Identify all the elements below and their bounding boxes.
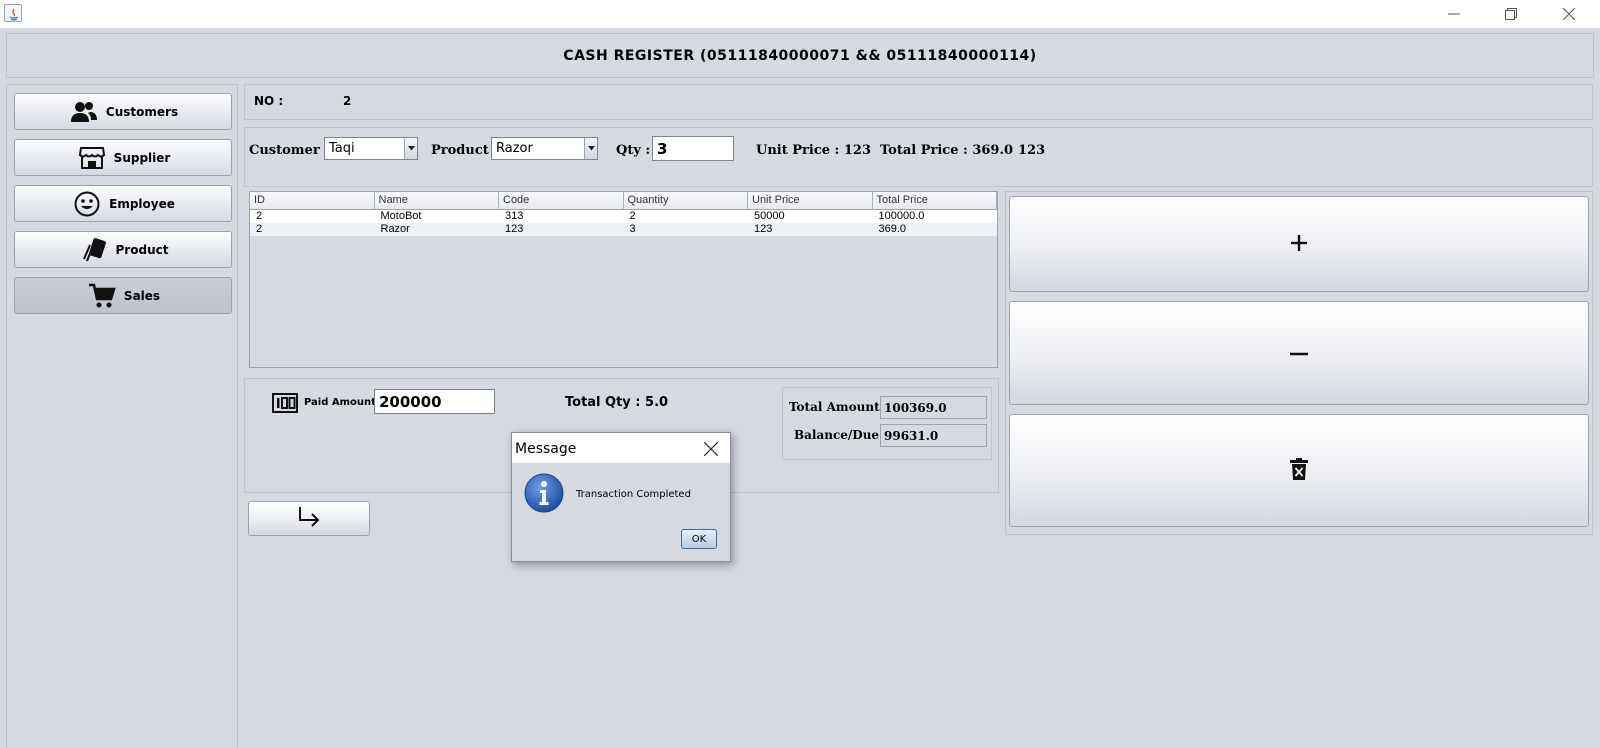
- table-body: 2 MotoBot 313 2 50000 100000.0 2 Razor 1…: [250, 210, 997, 236]
- store-icon: [76, 144, 108, 172]
- paid-amount-input[interactable]: [374, 389, 495, 414]
- table-cell: 2: [256, 223, 263, 235]
- customer-select[interactable]: Taqi: [324, 137, 418, 160]
- sidebar-item-sales[interactable]: Sales: [14, 277, 232, 314]
- restore-icon[interactable]: [1488, 0, 1534, 28]
- column-header-id[interactable]: ID: [250, 192, 375, 210]
- column-header-total-price[interactable]: Total Price: [873, 192, 997, 210]
- sidebar-item-employee[interactable]: Employee: [14, 185, 232, 222]
- minimize-icon[interactable]: [1431, 0, 1477, 28]
- table-cell: 2: [256, 210, 263, 222]
- column-header-quantity[interactable]: Quantity: [624, 192, 748, 210]
- java-icon[interactable]: [4, 4, 22, 22]
- total-qty-text: Total Qty : 5.0: [565, 395, 669, 410]
- product-select-value: Razor: [496, 141, 533, 156]
- dialog-title: Message: [515, 441, 577, 457]
- table-cell: 313: [505, 210, 524, 222]
- sidebar-item-label: Customers: [105, 104, 179, 119]
- ok-button[interactable]: OK: [681, 529, 717, 549]
- invoice-number-value: 2: [343, 94, 352, 108]
- action-panel: [1005, 191, 1593, 535]
- customer-select-value: Taqi: [329, 141, 355, 156]
- totals-box: Total Amount : 100369.0 Balance/Due : 99…: [782, 387, 992, 460]
- paid-amount-label: Paid Amount :: [304, 397, 384, 408]
- total-amount-field: 100369.0: [880, 396, 987, 419]
- sidebar-item-product[interactable]: Product: [14, 231, 232, 268]
- sale-form-panel: Customer : Taqi Product : Razor Qty : Un…: [244, 127, 1593, 187]
- submit-transaction-button[interactable]: [248, 501, 370, 536]
- qty-label: Qty :: [616, 143, 651, 158]
- sales-table[interactable]: ID Name Code Quantity Unit Price Total P…: [249, 191, 998, 368]
- table-row[interactable]: 2 MotoBot 313 2 50000 100000.0: [250, 210, 997, 223]
- remove-item-button[interactable]: [1009, 301, 1589, 405]
- arrow-return-icon: [297, 506, 321, 531]
- sidebar-item-label: Sales: [123, 288, 161, 303]
- info-icon: [524, 473, 564, 516]
- extra-value-text: 123: [1018, 143, 1046, 158]
- column-header-name[interactable]: Name: [375, 192, 499, 210]
- dialog-body: Transaction Completed OK: [512, 463, 730, 561]
- close-icon[interactable]: [698, 438, 724, 460]
- cart-icon: [86, 282, 118, 310]
- add-item-button[interactable]: [1009, 196, 1589, 292]
- sidebar-item-label: Employee: [109, 196, 175, 211]
- table-cell: MotoBot: [380, 210, 422, 222]
- customer-label: Customer :: [249, 143, 329, 158]
- table-cell: 369.0: [878, 223, 907, 235]
- chevron-down-icon[interactable]: [404, 138, 417, 159]
- plus-icon: [1290, 234, 1308, 255]
- total-amount-label: Total Amount :: [789, 400, 889, 414]
- sidebar: Customers Supplier Employee Product Sale…: [6, 84, 238, 748]
- table-cell: Razor: [380, 223, 410, 235]
- cash-icon: [272, 393, 298, 416]
- table-cell: 2: [629, 210, 636, 222]
- qty-input[interactable]: [652, 136, 734, 161]
- table-cell: 100000.0: [878, 210, 925, 222]
- close-icon[interactable]: [1546, 0, 1592, 28]
- balance-label: Balance/Due :: [794, 428, 888, 442]
- table-cell: 123: [754, 223, 773, 235]
- sidebar-item-label: Product: [115, 242, 169, 257]
- product-label: Product :: [431, 143, 499, 158]
- sidebar-item-customers[interactable]: Customers: [14, 93, 232, 130]
- dialog-message: Transaction Completed: [576, 489, 691, 500]
- table-cell: 3: [629, 223, 636, 235]
- app-header: CASH REGISTER (05111840000071 && 0511184…: [6, 33, 1594, 78]
- message-dialog: Message Transaction Completed OK: [511, 432, 731, 562]
- column-header-code[interactable]: Code: [499, 192, 624, 210]
- unit-price-text: Unit Price : 123: [756, 143, 871, 158]
- balance-field: 99631.0: [880, 424, 987, 447]
- table-row[interactable]: 2 Razor 123 3 123 369.0: [250, 223, 997, 236]
- delete-item-button[interactable]: [1009, 414, 1589, 527]
- total-price-text: Total Price : 369.0: [880, 143, 1014, 158]
- invoice-number-panel: NO : 2: [244, 84, 1593, 120]
- window-titlebar: [0, 0, 1600, 28]
- table-cell: 123: [505, 223, 524, 235]
- product-select[interactable]: Razor: [491, 137, 598, 160]
- trash-icon: [1290, 458, 1308, 483]
- sidebar-item-supplier[interactable]: Supplier: [14, 139, 232, 176]
- smiley-icon: [71, 190, 103, 218]
- column-header-unit-price[interactable]: Unit Price: [748, 192, 873, 210]
- minus-icon: [1289, 346, 1309, 360]
- chevron-down-icon[interactable]: [584, 138, 597, 159]
- invoice-number-label: NO :: [254, 94, 284, 108]
- page-title: CASH REGISTER (05111840000071 && 0511184…: [563, 47, 1037, 64]
- table-header: ID Name Code Quantity Unit Price Total P…: [250, 192, 997, 210]
- tag-icon: [78, 236, 110, 264]
- table-cell: 50000: [754, 210, 785, 222]
- sidebar-item-label: Supplier: [113, 150, 171, 165]
- users-icon: [68, 98, 100, 126]
